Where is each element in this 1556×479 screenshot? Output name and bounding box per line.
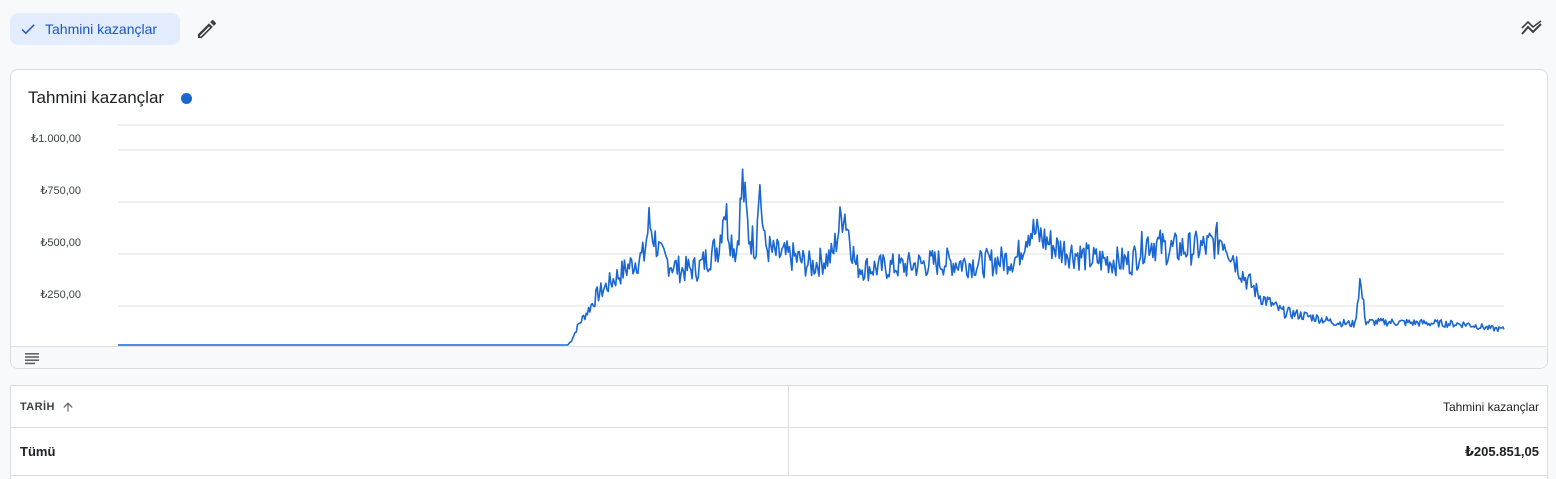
earnings-table: TARİH Tahmini kazançlar Tümü ₺205.851,05 bbox=[10, 385, 1548, 479]
table-list-icon[interactable] bbox=[23, 351, 41, 365]
earnings-chart-card: Tahmini kazançlar ₺250,00 ₺500,00 ₺750,00 ₺… bbox=[10, 69, 1548, 369]
pencil-icon[interactable] bbox=[195, 17, 219, 41]
column-header-date[interactable]: TARİH bbox=[11, 386, 789, 428]
toolbar: Tahmini kazançlar bbox=[0, 0, 1556, 58]
check-icon bbox=[19, 20, 37, 38]
y-tick-label: ₺500,00 bbox=[40, 237, 81, 249]
series-line-estimated-earnings bbox=[118, 168, 1505, 346]
trend-line-icon[interactable] bbox=[1519, 17, 1545, 41]
column-header-earnings[interactable]: Tahmini kazançlar bbox=[790, 386, 1548, 428]
y-tick-label: ₺750,00 bbox=[40, 185, 81, 197]
metric-chip-estimated-earnings[interactable]: Tahmini kazançlar bbox=[10, 13, 180, 45]
table-row-total-value: ₺205.851,05 bbox=[790, 428, 1548, 476]
metric-chip-label: Tahmini kazançlar bbox=[45, 21, 158, 37]
column-header-earnings-label: Tahmini kazançlar bbox=[1442, 399, 1539, 414]
y-tick-label: ₺1.000,00 bbox=[31, 133, 81, 145]
total-label: Tümü bbox=[20, 444, 56, 459]
column-header-date-label: TARİH bbox=[20, 400, 55, 413]
arrow-up-icon bbox=[61, 400, 75, 414]
x-axis-strip bbox=[11, 346, 1547, 368]
earnings-line-chart: ₺250,00₺500,00₺750,00₺1.000,002021202220… bbox=[31, 124, 1505, 364]
y-tick-label: ₺250,00 bbox=[40, 289, 81, 301]
table-row-total-label: Tümü bbox=[11, 428, 789, 476]
total-value: ₺205.851,05 bbox=[1464, 443, 1539, 459]
